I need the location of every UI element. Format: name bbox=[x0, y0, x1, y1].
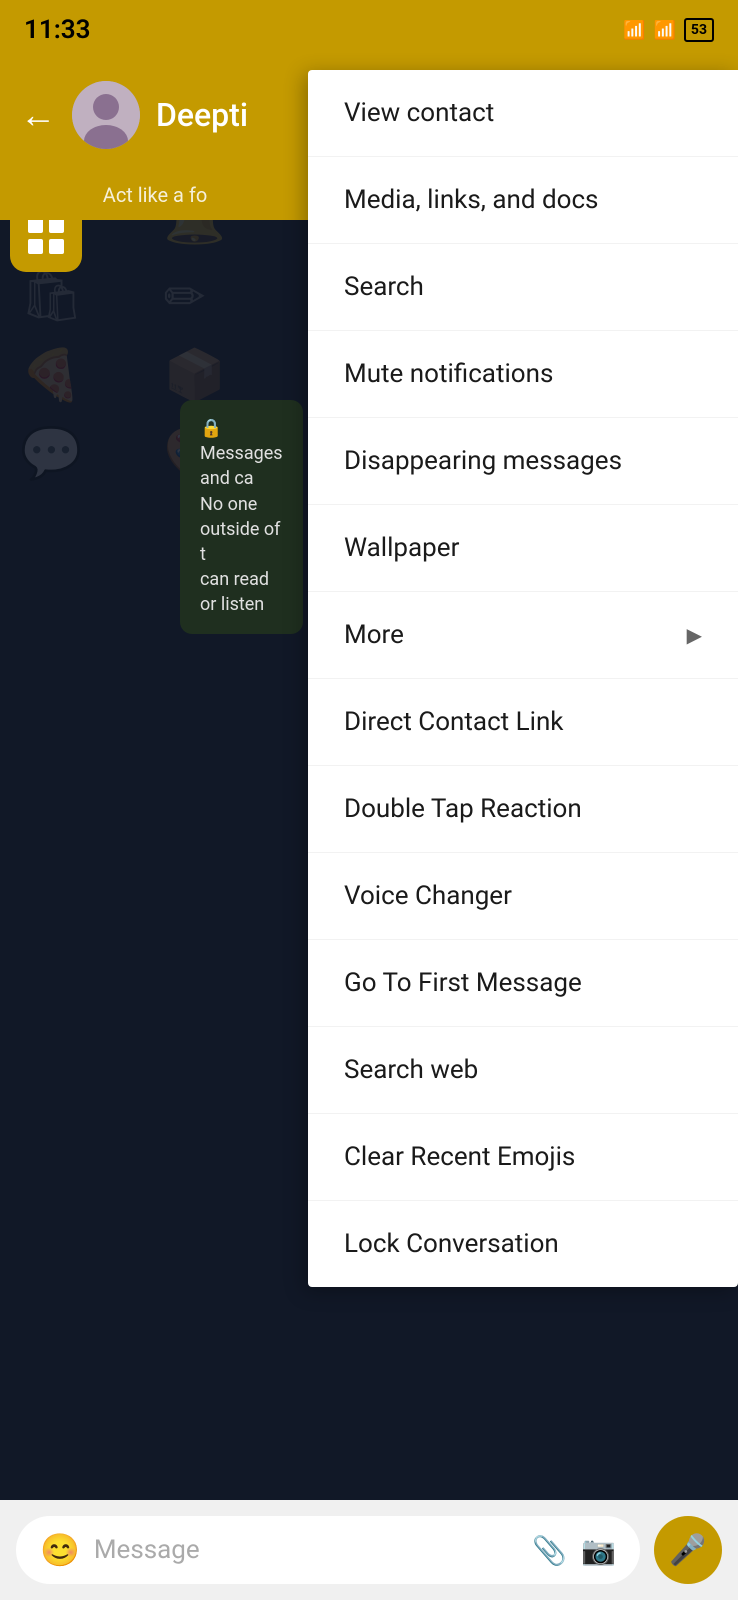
lock-icon: 🔒 bbox=[200, 418, 222, 439]
menu-item-label-double-tap-reaction: Double Tap Reaction bbox=[344, 794, 582, 824]
menu-item-more[interactable]: More ▶ bbox=[308, 592, 738, 679]
avatar[interactable] bbox=[72, 81, 140, 149]
menu-item-direct-contact-link[interactable]: Direct Contact Link bbox=[308, 679, 738, 766]
bg-emoji: 📦 bbox=[164, 347, 288, 405]
menu-item-arrow-more: ▶ bbox=[687, 623, 702, 647]
menu-item-go-to-first-message[interactable]: Go To First Message bbox=[308, 940, 738, 1027]
menu-item-double-tap-reaction[interactable]: Double Tap Reaction bbox=[308, 766, 738, 853]
menu-item-media-links-docs[interactable]: Media, links, and docs bbox=[308, 157, 738, 244]
menu-item-clear-recent-emojis[interactable]: Clear Recent Emojis bbox=[308, 1114, 738, 1201]
menu-item-label-lock-conversation: Lock Conversation bbox=[344, 1229, 559, 1259]
menu-item-lock-conversation[interactable]: Lock Conversation bbox=[308, 1201, 738, 1287]
header-subtitle-bar: Act like a fo bbox=[0, 170, 310, 220]
menu-item-label-voice-changer: Voice Changer bbox=[344, 881, 512, 911]
menu-item-wallpaper[interactable]: Wallpaper bbox=[308, 505, 738, 592]
bg-emoji: 💬 bbox=[20, 425, 144, 483]
menu-item-mute-notifications[interactable]: Mute notifications bbox=[308, 331, 738, 418]
header-subtitle: Act like a fo bbox=[103, 183, 207, 207]
menu-item-label-more: More bbox=[344, 620, 404, 650]
bg-emoji: ✏ bbox=[164, 268, 288, 327]
message-input-field[interactable]: 😊 Message 📎 📷 bbox=[16, 1516, 640, 1584]
menu-item-label-wallpaper: Wallpaper bbox=[344, 533, 459, 563]
menu-item-label-disappearing-messages: Disappearing messages bbox=[344, 446, 622, 476]
menu-item-label-search: Search bbox=[344, 272, 424, 302]
bg-emoji: 🛍 bbox=[20, 268, 144, 327]
menu-item-disappearing-messages[interactable]: Disappearing messages bbox=[308, 418, 738, 505]
bubble-text: 🔒 Messages and ca No one outside of t ca… bbox=[200, 416, 283, 618]
menu-item-voice-changer[interactable]: Voice Changer bbox=[308, 853, 738, 940]
input-bar: 😊 Message 📎 📷 🎤 bbox=[0, 1500, 738, 1600]
wifi-icon: 📶 bbox=[623, 20, 645, 41]
signal-icon: 📶 bbox=[654, 20, 676, 41]
menu-item-label-media-links-docs: Media, links, and docs bbox=[344, 185, 598, 215]
back-button[interactable]: ← bbox=[20, 94, 56, 136]
menu-item-label-search-web: Search web bbox=[344, 1055, 478, 1085]
mic-button[interactable]: 🎤 bbox=[654, 1516, 722, 1584]
camera-button[interactable]: 📷 bbox=[581, 1534, 616, 1567]
message-placeholder: Message bbox=[94, 1535, 200, 1565]
status-bar: 11:33 📶 📶 53 bbox=[0, 0, 738, 60]
menu-item-search-web[interactable]: Search web bbox=[308, 1027, 738, 1114]
status-time: 11:33 bbox=[24, 15, 91, 45]
menu-item-label-direct-contact-link: Direct Contact Link bbox=[344, 707, 564, 737]
grid-icon bbox=[24, 214, 68, 258]
battery-icon: 53 bbox=[684, 18, 714, 42]
dropdown-menu: View contact Media, links, and docs Search… bbox=[308, 70, 738, 1287]
mic-icon: 🎤 bbox=[669, 1533, 706, 1568]
attach-button[interactable]: 📎 bbox=[532, 1534, 567, 1567]
bg-emoji: 🍕 bbox=[20, 347, 144, 405]
menu-item-search[interactable]: Search bbox=[308, 244, 738, 331]
contact-name[interactable]: Deepti bbox=[156, 96, 248, 134]
menu-item-label-go-to-first-message: Go To First Message bbox=[344, 968, 582, 998]
menu-item-label-mute-notifications: Mute notifications bbox=[344, 359, 553, 389]
menu-item-view-contact[interactable]: View contact bbox=[308, 70, 738, 157]
message-bubble: 🔒 Messages and ca No one outside of t ca… bbox=[180, 400, 303, 634]
emoji-button[interactable]: 😊 bbox=[40, 1531, 80, 1569]
avatar-image bbox=[72, 81, 140, 149]
menu-item-label-view-contact: View contact bbox=[344, 98, 494, 128]
menu-item-label-clear-recent-emojis: Clear Recent Emojis bbox=[344, 1142, 575, 1172]
status-icons: 📶 📶 53 bbox=[623, 18, 714, 42]
